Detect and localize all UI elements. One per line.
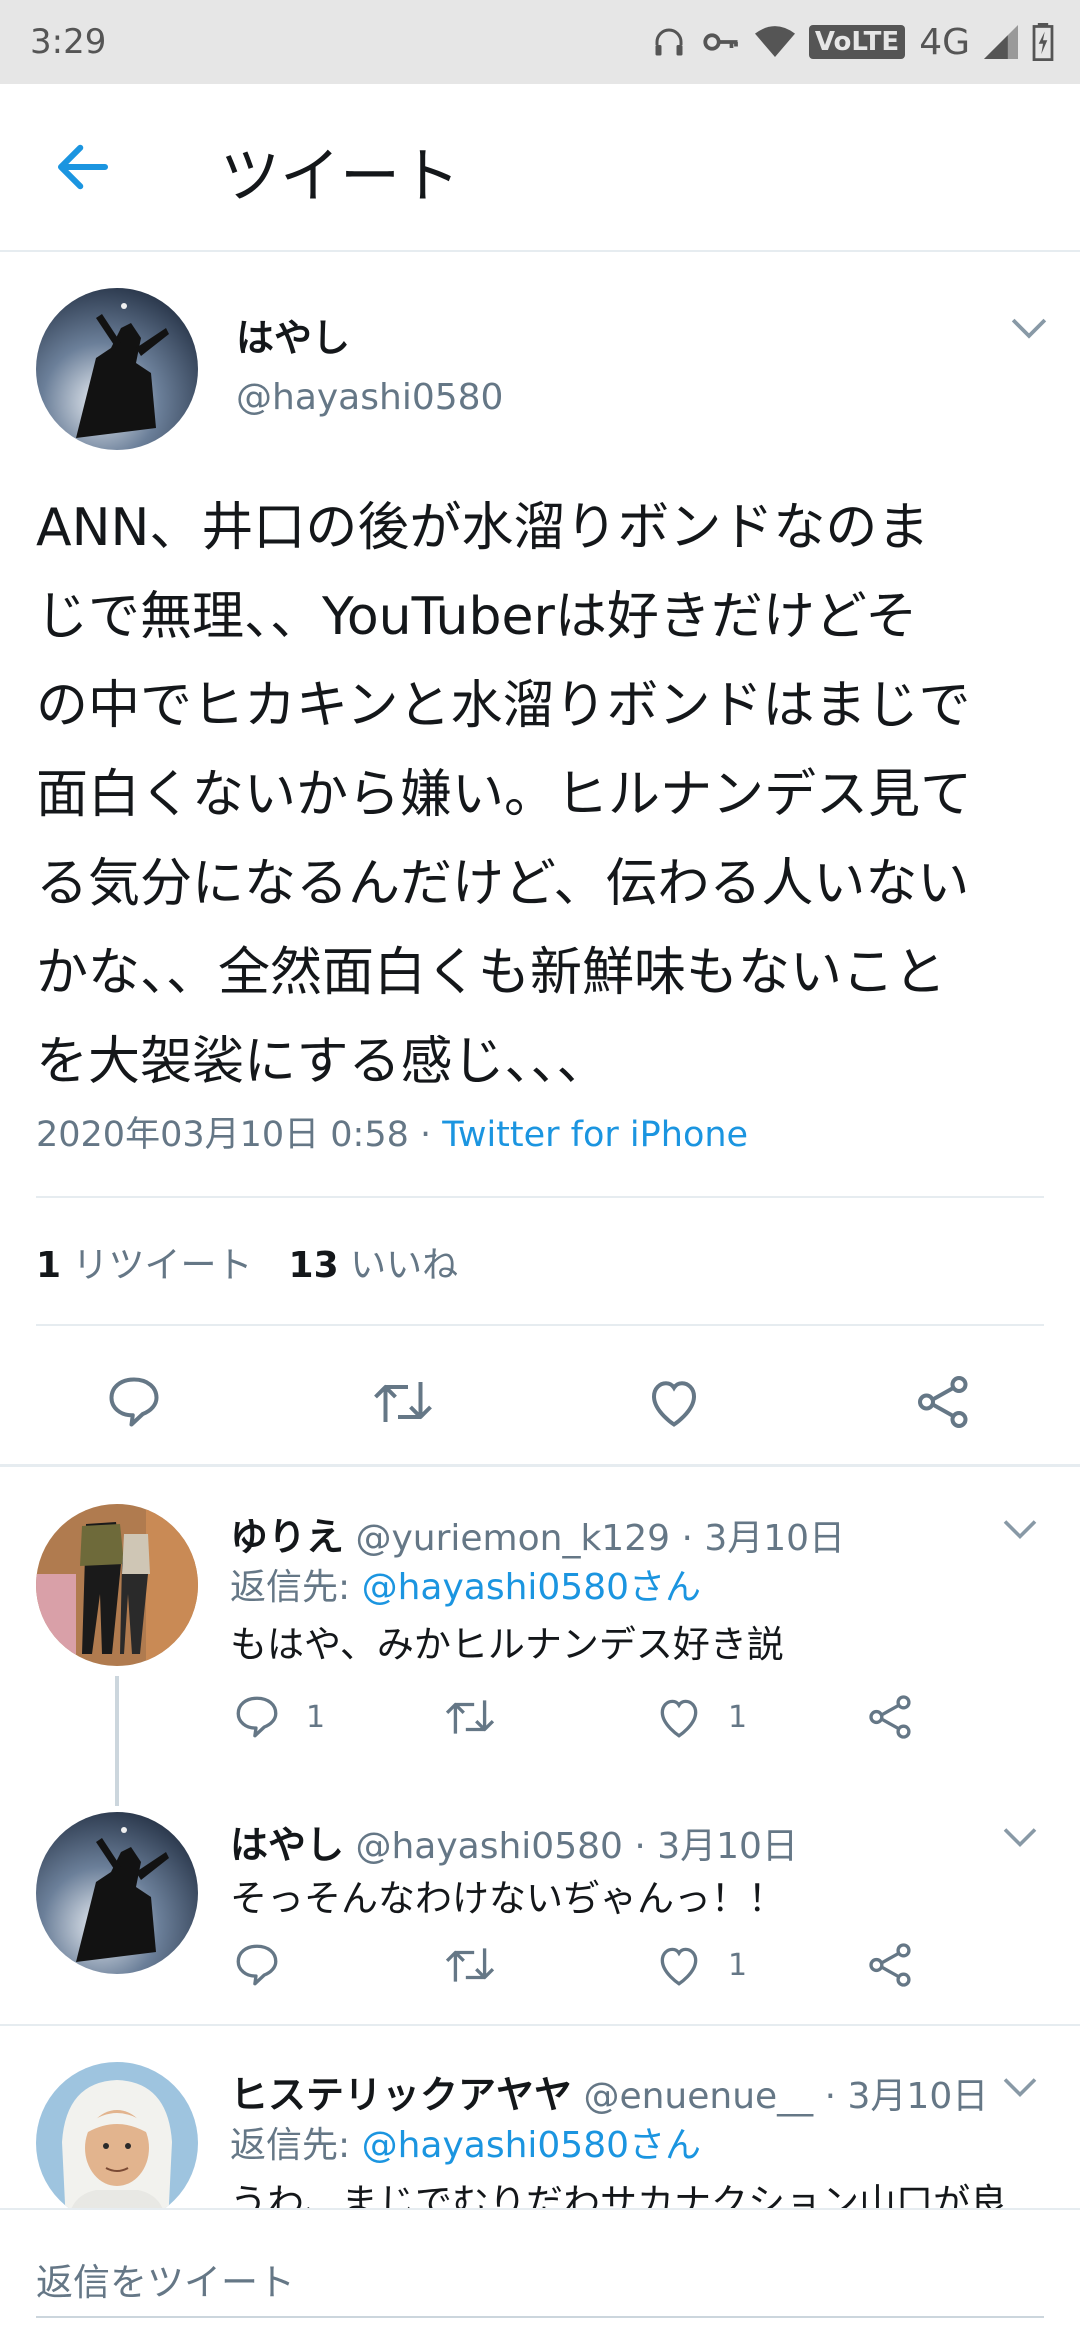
reply-icon[interactable] (232, 1940, 282, 1990)
tweet-actions (0, 1344, 1080, 1444)
divider (36, 1196, 1044, 1198)
reply-action[interactable] (232, 1940, 306, 1990)
divider (36, 1324, 1044, 1326)
network-type: 4G (919, 21, 970, 63)
heart-icon[interactable] (654, 1940, 704, 1990)
retweet-action[interactable] (442, 1940, 522, 1990)
reply-header: ゆりえ @yuriemon_k129 · 3月10日 (230, 1506, 845, 1561)
tweet-stats: 1 リツイート 13 いいね (36, 1236, 458, 1288)
avatar[interactable] (36, 2062, 198, 2208)
reply-to-label: 返信先: (230, 1567, 362, 1608)
reply-text: うわ、まじでむりだわサカナクション山口が良 (230, 2181, 1007, 2208)
reply-composer[interactable]: 返信をツイート (0, 2208, 1080, 2340)
tweet-text-line: 面白くないから嫌い。ヒルナンデス見て (36, 765, 973, 825)
page-title: ツイート (220, 142, 460, 212)
status-time: 3:29 (30, 22, 107, 62)
reply-author-name[interactable]: はやし (230, 1823, 344, 1867)
tweet-timestamp: 2020年03月10日 0:58 · (36, 1115, 443, 1155)
like-count: 13 (288, 1245, 339, 1286)
avatar[interactable] (36, 1812, 198, 1974)
chevron-down-icon[interactable] (1002, 1516, 1038, 1542)
reply-date: · 3月10日 (670, 1518, 846, 1559)
share-icon[interactable] (866, 1940, 916, 1990)
author-handle[interactable]: @hayashi0580 (236, 377, 503, 418)
reply-author-handle[interactable]: @enuenue__ (583, 2076, 813, 2117)
retweet-action[interactable] (442, 1692, 522, 1742)
like-stat[interactable]: 13 いいね (289, 1245, 459, 1286)
reply-to: 返信先: @hayashi0580さん (230, 1558, 701, 1610)
reply-to-mention[interactable]: @hayashi0580さん (362, 1567, 701, 1608)
retweet-stat[interactable]: 1 リツイート (36, 1245, 253, 1286)
status-bar: 3:29 VoLTE 4G (0, 0, 1080, 84)
retweet-icon[interactable] (370, 1372, 436, 1432)
like-label: いいね (350, 1245, 459, 1286)
share-icon[interactable] (866, 1692, 916, 1742)
tweet-text-line: の中でヒカキンと水溜りボンドはまじで (36, 676, 971, 736)
reply-input[interactable]: 返信をツイート (36, 2252, 295, 2306)
headphones-icon (655, 28, 683, 56)
key-icon (703, 33, 738, 51)
reply-to-mention[interactable]: @hayashi0580さん (362, 2125, 701, 2166)
reply-action[interactable]: 1 (232, 1692, 325, 1742)
tweet-text-line: ANN、井口の後が水溜りボンドなのま (36, 498, 930, 558)
reply-header: はやし @hayashi0580 · 3月10日 (230, 1814, 798, 1869)
reply-date: · 3月10日 (622, 1826, 798, 1867)
retweet-count: 1 (36, 1245, 62, 1286)
tweet-text: ANN、井口の後が水溜りボンドなのま じで無理、、YouTuberは好きだけどそ… (36, 484, 1046, 1107)
author-name[interactable]: はやし (236, 307, 350, 362)
reply-date: · 3月10日 (813, 2076, 989, 2117)
chevron-down-icon[interactable] (1002, 1824, 1038, 1850)
tweet-text-line: かな、、全然面白くも新鮮味もないこと (36, 943, 947, 1003)
reply-icon[interactable] (232, 1692, 282, 1742)
like-action[interactable]: 1 (654, 1940, 747, 1990)
retweet-icon[interactable] (442, 1692, 498, 1742)
reply-icon[interactable] (104, 1372, 164, 1432)
reply-tweet[interactable]: ヒステリックアヤヤ @enuenue__ · 3月10日 返信先: @hayas… (0, 2026, 1080, 2208)
tweet-text-line: る気分になるんだけど、伝わる人いない (36, 854, 970, 914)
reply-author-name[interactable]: ヒステリックアヤヤ (230, 2073, 572, 2117)
tweet-source-link[interactable]: Twitter for iPhone (442, 1115, 748, 1155)
wifi-icon (754, 26, 795, 57)
retweet-label: リツイート (72, 1245, 253, 1286)
back-arrow-icon[interactable] (50, 134, 116, 200)
share-icon[interactable] (914, 1372, 974, 1432)
reply-count: 1 (306, 1699, 326, 1735)
avatar[interactable] (36, 1504, 198, 1666)
section-divider (0, 1464, 1080, 1467)
reply-text: そっそんなわけないぢゃんっ！！ (230, 1877, 785, 1920)
chevron-down-icon[interactable] (1010, 314, 1048, 342)
reply-author-name[interactable]: ゆりえ (230, 1515, 344, 1559)
volte-badge: VoLTE (808, 25, 906, 59)
retweet-icon[interactable] (442, 1940, 498, 1990)
chevron-down-icon[interactable] (1002, 2074, 1038, 2100)
reply-text: もはや、みかヒルナンデス好き説 (230, 1623, 784, 1666)
like-action[interactable]: 1 (654, 1692, 747, 1742)
tweet-meta: 2020年03月10日 0:58 · Twitter for iPhone (36, 1106, 748, 1157)
composer-underline (36, 2316, 1044, 2318)
reply-to: 返信先: @hayashi0580さん (230, 2116, 701, 2168)
tweet-text-line: じで無理、、YouTuberは好きだけどそ (36, 587, 918, 647)
signal-icon (984, 25, 1018, 59)
top-bar: ツイート (0, 84, 1080, 252)
heart-icon[interactable] (654, 1692, 704, 1742)
thread-line (115, 1676, 119, 1806)
battery-icon (1032, 23, 1054, 61)
status-icons: VoLTE 4G (651, 18, 1054, 66)
reply-author-handle[interactable]: @yuriemon_k129 (355, 1518, 670, 1559)
reply-author-handle[interactable]: @hayashi0580 (355, 1826, 622, 1867)
reply-to-label: 返信先: (230, 2125, 362, 2166)
avatar[interactable] (36, 288, 198, 450)
tweet-text-line: を大袈裟にする感じ、、、 (36, 1032, 609, 1092)
reply-header: ヒステリックアヤヤ @enuenue__ · 3月10日 (230, 2064, 988, 2119)
like-count: 1 (728, 1947, 748, 1983)
like-count: 1 (728, 1699, 748, 1735)
heart-icon[interactable] (644, 1372, 704, 1432)
